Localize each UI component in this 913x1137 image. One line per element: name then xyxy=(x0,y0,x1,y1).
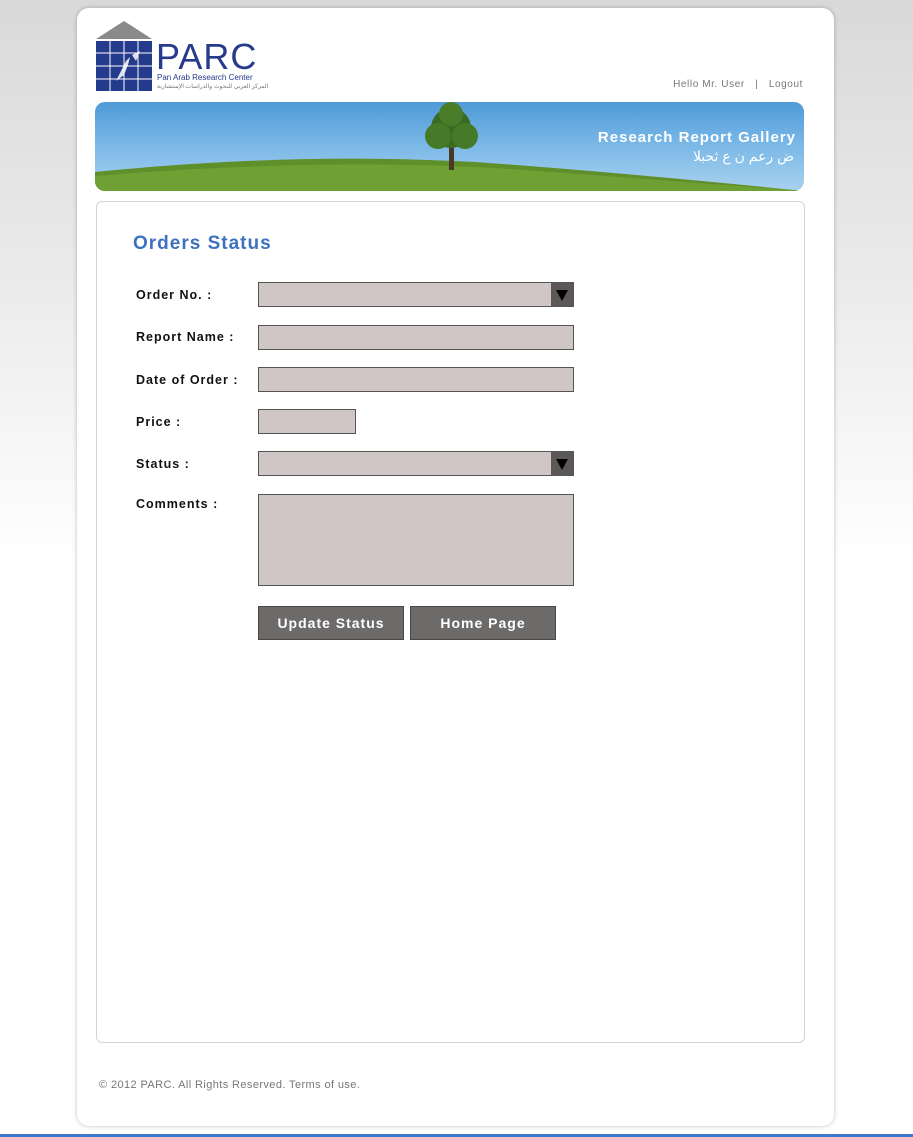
banner-arabic-title: ض رعم ن ع ثحبلا xyxy=(692,148,794,164)
logo-grid-icon xyxy=(96,21,152,91)
logo-wordmark: PARC xyxy=(156,36,258,77)
status-select[interactable] xyxy=(258,451,574,476)
home-page-button[interactable]: Home Page xyxy=(410,606,556,640)
logout-link[interactable]: Logout xyxy=(769,79,803,90)
page-container: PARC Pan Arab Research Center المركز الع… xyxy=(77,8,834,1126)
status-label: Status : xyxy=(136,457,190,471)
chevron-down-icon[interactable] xyxy=(551,283,573,306)
parc-logo[interactable]: PARC Pan Arab Research Center المركز الع… xyxy=(96,21,268,93)
price-input[interactable] xyxy=(258,409,356,434)
user-greeting: Hello Mr. User xyxy=(673,79,745,90)
banner-title: Research Report Gallery xyxy=(597,129,796,146)
orders-status-panel: Orders Status Order No. : Report Name : … xyxy=(96,201,805,1043)
landscape-illustration xyxy=(95,102,804,191)
date-of-order-input[interactable] xyxy=(258,367,574,392)
order-no-label: Order No. : xyxy=(136,288,213,302)
report-name-label: Report Name : xyxy=(136,330,235,344)
report-name-input[interactable] xyxy=(258,325,574,350)
update-status-button[interactable]: Update Status xyxy=(258,606,404,640)
header-banner: Research Report Gallery ض رعم ن ع ثحبلا xyxy=(95,102,804,191)
order-no-select[interactable] xyxy=(258,282,574,307)
footer-copyright: © 2012 PARC. All Rights Reserved. Terms … xyxy=(99,1079,361,1091)
comments-textarea[interactable] xyxy=(258,494,574,586)
date-of-order-label: Date of Order : xyxy=(136,373,239,387)
logo-subtitle: Pan Arab Research Center xyxy=(157,73,253,82)
chevron-down-icon[interactable] xyxy=(551,452,573,475)
comments-label: Comments : xyxy=(136,497,219,511)
user-bar-separator: | xyxy=(755,79,759,90)
user-bar: Hello Mr. User | Logout xyxy=(673,79,803,90)
price-label: Price : xyxy=(136,415,182,429)
page-title: Orders Status xyxy=(133,233,272,254)
logo-arabic-subtitle: المركز العربي للبحوث والدراسات الإستشاري… xyxy=(157,84,269,90)
